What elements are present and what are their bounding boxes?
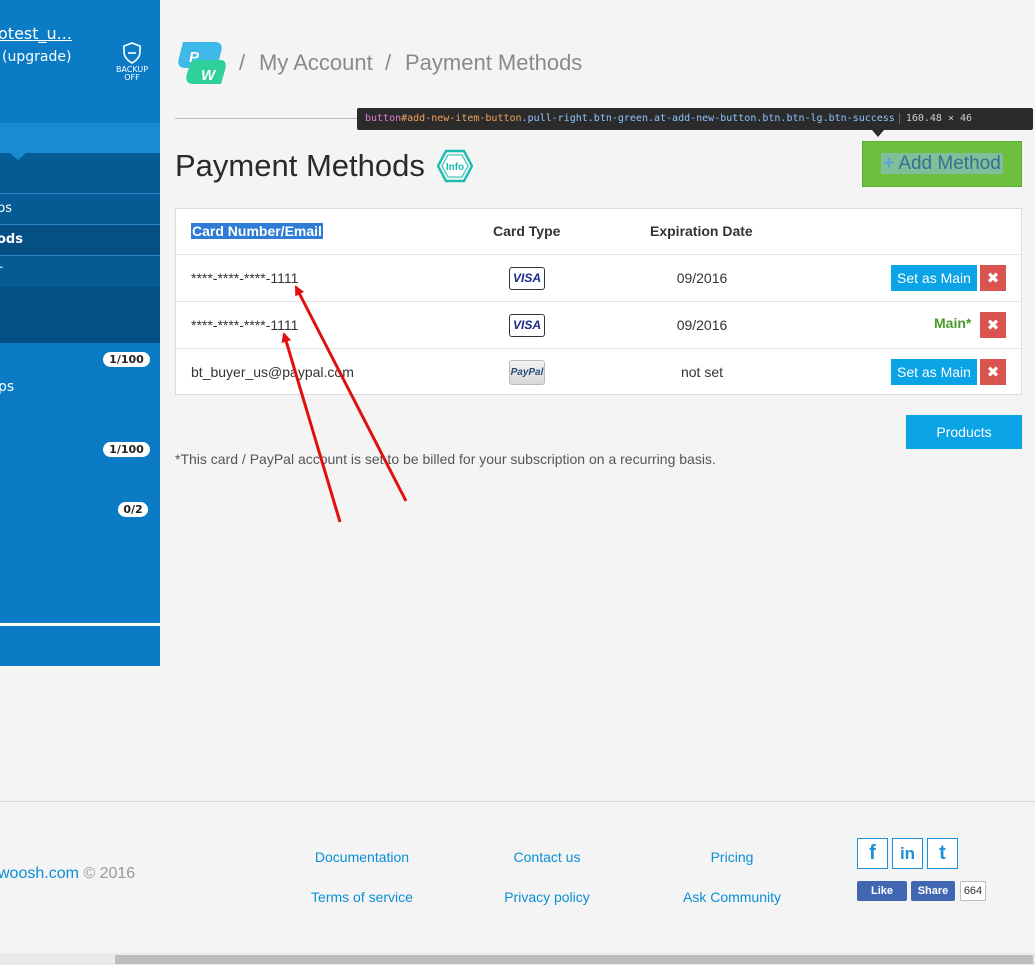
facebook-like-button[interactable]: Like — [857, 881, 907, 901]
breadcrumb-separator: / — [385, 50, 392, 75]
footer-divider — [0, 801, 1035, 802]
breadcrumb-payment-methods: Payment Methods — [405, 50, 583, 75]
visa-icon: VISA — [509, 314, 545, 337]
copyright-site-link[interactable]: woosh.com — [0, 865, 79, 882]
sidebar-item-label: ps — [0, 201, 13, 216]
backup-status-label: OFF — [124, 73, 140, 82]
counter-badge: 1/100 — [103, 352, 150, 367]
table-row: ****-****-****-1111 VISA 09/2016 Set as … — [176, 254, 1021, 301]
footer-link-terms[interactable]: Terms of service — [292, 889, 432, 905]
copyright: woosh.com © 2016 — [0, 865, 135, 883]
card-number: ****-****-****-1111 — [191, 317, 299, 333]
pushwoosh-logo[interactable]: P W — [175, 38, 227, 88]
facebook-share-count: 664 — [960, 881, 986, 901]
footer-link-pricing[interactable]: Pricing — [662, 849, 802, 865]
sidebar-divider — [0, 623, 160, 626]
backup-status[interactable]: BACKUP OFF — [112, 42, 152, 82]
svg-text:W: W — [201, 67, 217, 84]
plus-icon: + — [883, 153, 895, 174]
products-button[interactable]: Products — [906, 415, 1022, 449]
breadcrumb-my-account[interactable]: My Account — [259, 50, 373, 76]
visa-icon: VISA — [509, 267, 545, 290]
sidebar-item-label: r — [0, 256, 2, 286]
sidebar-item-apps[interactable]: ps — [0, 193, 160, 224]
counter-badge: 0/2 — [118, 502, 148, 517]
footer-link-documentation[interactable]: Documentation — [292, 849, 432, 865]
devtools-element-tooltip: button#add-new-item-button.pull-right.bt… — [357, 108, 1033, 130]
twitter-icon[interactable]: t — [927, 838, 958, 869]
info-label: Info — [446, 162, 464, 173]
shield-icon — [123, 42, 141, 64]
delete-button[interactable]: ✖ — [980, 265, 1006, 291]
billing-note: *This card / PayPal account is set to be… — [175, 451, 716, 467]
column-header-expiration: Expiration Date — [650, 223, 753, 239]
column-header-card-number: Card Number/Email — [191, 223, 323, 239]
counter-badge: 1/100 — [103, 442, 150, 457]
paypal-email: bt_buyer_us@paypal.com — [191, 364, 354, 380]
header-divider — [175, 118, 365, 119]
set-as-main-button[interactable]: Set as Main — [891, 359, 977, 385]
footer-link-ask-community[interactable]: Ask Community — [662, 889, 802, 905]
paypal-icon: PayPal — [509, 360, 545, 385]
footer-link-contact-us[interactable]: Contact us — [477, 849, 617, 865]
facebook-share-button[interactable]: Share — [911, 881, 955, 901]
delete-button[interactable]: ✖ — [980, 359, 1006, 385]
payment-methods-table: Card Number/Email Card Type Expiration D… — [175, 208, 1022, 395]
sidebar-item-payment-methods[interactable]: ods — [0, 224, 160, 255]
linkedin-icon[interactable]: in — [892, 838, 923, 869]
add-method-label: Add Method — [898, 153, 1001, 174]
breadcrumb-separator: / — [239, 50, 246, 75]
table-row: bt_buyer_us@paypal.com PayPal not set Se… — [176, 348, 1021, 395]
copyright-year: © 2016 — [83, 865, 136, 882]
sidebar-notch — [10, 153, 26, 160]
delete-button[interactable]: ✖ — [980, 312, 1006, 338]
expiration-date: not set — [680, 364, 724, 380]
sidebar-band — [0, 123, 160, 153]
footer-link-privacy[interactable]: Privacy policy — [477, 889, 617, 905]
expiration-date: 09/2016 — [676, 270, 728, 286]
devtools-id: #add-new-item-button — [401, 113, 522, 124]
scrollbar-thumb[interactable] — [115, 955, 1033, 964]
table-row: ****-****-****-1111 VISA 09/2016 Main* ✖ — [176, 301, 1021, 348]
devtools-tag: button — [365, 113, 402, 124]
column-header-card-type: Card Type — [493, 223, 561, 239]
page-title: Payment Methods — [175, 148, 425, 183]
main-label: Main* — [934, 315, 972, 331]
svg-text:P: P — [189, 49, 200, 66]
sidebar-item-label: ods — [0, 232, 23, 247]
counter-label: ps — [0, 379, 15, 395]
add-method-button[interactable]: + Add Method — [862, 141, 1022, 187]
devtools-classes: .pull-right.btn-green.at-add-new-button.… — [521, 113, 895, 124]
plan-upgrade-link[interactable]: (upgrade) — [2, 49, 71, 65]
devtools-tooltip-arrow — [872, 130, 884, 137]
info-icon[interactable]: Info — [437, 149, 473, 183]
set-as-main-button[interactable]: Set as Main — [891, 265, 977, 291]
sidebar-item-other[interactable]: r — [0, 255, 160, 286]
sidebar-section — [0, 287, 160, 343]
sidebar: otest_u... (upgrade) BACKUP OFF ps ods r… — [0, 0, 160, 666]
user-name-link[interactable]: otest_u... — [0, 24, 72, 43]
devtools-size: 160.48 × 46 — [898, 113, 973, 124]
card-number: ****-****-****-1111 — [191, 270, 299, 286]
expiration-date: 09/2016 — [676, 317, 728, 333]
facebook-icon[interactable]: f — [857, 838, 888, 869]
